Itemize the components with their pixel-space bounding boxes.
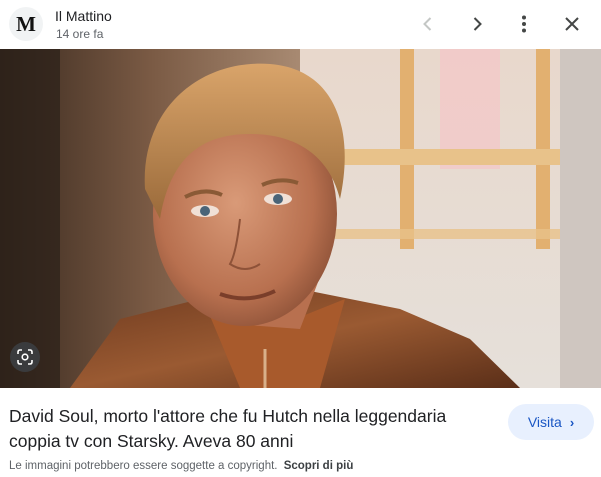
copyright-text: Le immagini potrebbero essere soggette a… xyxy=(9,460,278,472)
publisher-logo: M xyxy=(9,7,43,41)
more-vert-icon xyxy=(522,15,526,33)
visit-button-label: Visita xyxy=(527,414,562,430)
chevron-right-icon: › xyxy=(569,414,575,430)
portrait-photo xyxy=(0,49,601,388)
close-button[interactable] xyxy=(556,8,588,40)
article-title[interactable]: David Soul, morto l'attore che fu Hutch … xyxy=(9,404,499,454)
next-button[interactable] xyxy=(461,8,493,40)
timestamp: 14 ore fa xyxy=(56,27,104,41)
more-options-button[interactable] xyxy=(508,8,540,40)
viewer-header: M Il Mattino 14 ore fa xyxy=(0,0,601,48)
previous-button[interactable] xyxy=(412,8,444,40)
close-icon xyxy=(565,17,579,31)
chevron-left-icon xyxy=(423,17,432,31)
copyright-notice: Le immagini potrebbero essere soggette a… xyxy=(9,460,353,472)
publisher-logo-letter: M xyxy=(16,11,36,36)
learn-more-link[interactable]: Scopri di più xyxy=(284,460,354,472)
source-name[interactable]: Il Mattino xyxy=(55,8,112,24)
visit-button[interactable]: Visita › xyxy=(508,404,594,440)
google-lens-button[interactable] xyxy=(10,342,40,372)
chevron-right-icon xyxy=(473,17,482,31)
article-image[interactable] xyxy=(0,49,601,388)
google-lens-icon xyxy=(17,349,33,365)
